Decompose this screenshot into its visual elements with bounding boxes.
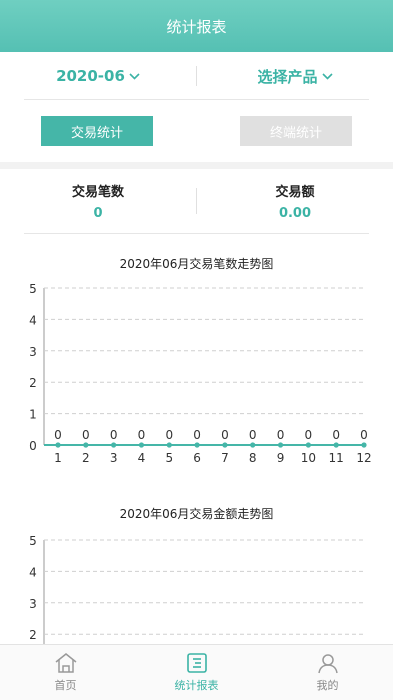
data-label: 0	[221, 428, 229, 442]
data-point	[138, 442, 145, 448]
chevron-down-icon	[129, 72, 140, 80]
tab-mine[interactable]: 我的	[262, 645, 393, 700]
x-tick-label: 1	[54, 451, 62, 465]
data-label: 0	[249, 428, 257, 442]
data-label: 0	[165, 428, 173, 442]
x-tick-label: 6	[193, 451, 201, 465]
data-label: 0	[82, 428, 90, 442]
x-tick-label: 12	[356, 451, 371, 465]
app-header: 统计报表	[0, 0, 393, 52]
y-tick-label: 5	[29, 534, 37, 548]
y-tick-label: 0	[29, 439, 37, 453]
x-tick-label: 9	[277, 451, 285, 465]
transaction-count-label: 交易笔数	[71, 185, 124, 200]
data-label: 0	[360, 428, 368, 442]
transaction-stats-button[interactable]: 交易统计	[41, 116, 153, 146]
transaction-amount-value: 0.00	[278, 206, 312, 221]
tab-mine-label: 我的	[316, 679, 339, 692]
product-selector-label: 选择产品	[257, 67, 318, 86]
home-icon	[55, 653, 76, 673]
section-separator	[0, 162, 393, 169]
tab-reports-label: 统计报表	[174, 679, 219, 692]
data-label: 0	[138, 428, 146, 442]
x-tick-label: 11	[329, 451, 344, 465]
x-tick-label: 10	[301, 451, 316, 465]
x-tick-label: 8	[249, 451, 257, 465]
data-point	[361, 442, 367, 448]
y-tick-label: 3	[29, 597, 37, 611]
summary-panel: 交易笔数 0 交易额 0.00	[0, 169, 393, 233]
month-selector-label: 2020-06	[56, 67, 125, 85]
tab-home[interactable]: 首页	[0, 645, 131, 700]
divider	[24, 233, 369, 234]
data-point	[55, 442, 61, 448]
x-tick-label: 5	[165, 451, 173, 465]
data-point	[250, 442, 256, 448]
data-point	[111, 442, 117, 448]
data-label: 0	[277, 428, 285, 442]
y-tick-label: 4	[29, 313, 37, 327]
tab-reports[interactable]: 统计报表	[131, 645, 262, 700]
data-point	[333, 442, 339, 448]
transaction-amount-stat: 交易额 0.00	[197, 181, 393, 221]
divider	[24, 99, 369, 100]
data-point	[305, 442, 311, 448]
terminal-stats-button[interactable]: 终端统计	[240, 116, 352, 146]
amount-chart-title: 2020年06月交易金额走势图	[119, 507, 274, 521]
transaction-amount-label: 交易额	[275, 185, 315, 200]
data-label: 0	[305, 428, 313, 442]
y-tick-label: 5	[29, 282, 37, 296]
month-selector[interactable]: 2020-06	[0, 67, 196, 85]
data-point	[222, 442, 228, 448]
transaction-count-value: 0	[93, 206, 103, 221]
data-point	[194, 442, 200, 448]
y-tick-label: 2	[29, 628, 37, 642]
data-label: 0	[110, 428, 118, 442]
x-tick-label: 2	[82, 451, 90, 465]
x-tick-label: 4	[138, 451, 146, 465]
data-label: 0	[332, 428, 340, 442]
user-icon	[317, 654, 338, 674]
chevron-down-icon	[321, 72, 333, 80]
data-point	[277, 442, 284, 448]
y-tick-label: 2	[29, 376, 37, 390]
count-chart-title: 2020年06月交易笔数走势图	[119, 257, 274, 271]
data-point	[83, 442, 89, 448]
tab-home-label: 首页	[54, 679, 77, 692]
report-icon	[186, 653, 207, 673]
transaction-count-chart: 012345010203040506070809010011012	[29, 282, 371, 465]
data-point	[166, 442, 172, 448]
data-label: 0	[193, 428, 201, 442]
y-tick-label: 1	[29, 408, 37, 422]
x-tick-label: 7	[221, 451, 229, 465]
x-tick-label: 3	[110, 451, 118, 465]
y-tick-label: 4	[29, 565, 37, 579]
transaction-amount-chart: 2 3 4 5	[29, 534, 364, 644]
y-tick-label: 3	[29, 345, 37, 359]
transaction-count-stat: 交易笔数 0	[0, 181, 196, 221]
filter-row: 2020-06 选择产品	[0, 52, 393, 100]
bottom-tab-bar: 首页 统计报表 我的	[0, 644, 393, 700]
product-selector[interactable]: 选择产品	[197, 66, 393, 87]
data-label: 0	[54, 428, 62, 442]
page-title: 统计报表	[166, 17, 227, 36]
